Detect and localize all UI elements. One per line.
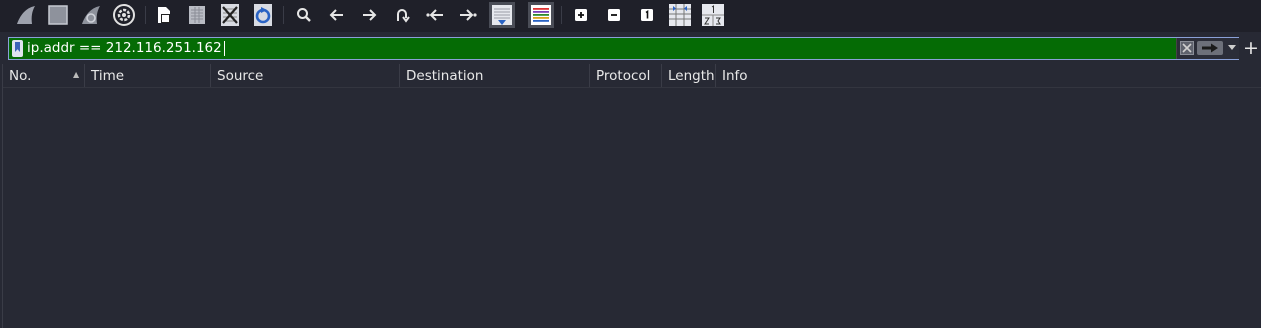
stop-capture-icon[interactable] xyxy=(45,2,71,28)
column-header-info[interactable]: Info xyxy=(716,64,1261,87)
recent-filters-dropdown-icon[interactable] xyxy=(1227,43,1237,53)
go-forward-icon[interactable] xyxy=(356,2,382,28)
go-to-packet-icon[interactable] xyxy=(389,2,415,28)
reload-file-icon[interactable] xyxy=(250,2,276,28)
display-filter-input[interactable]: ip.addr == 212.116.251.162 xyxy=(27,38,1175,59)
auto-scroll-icon[interactable] xyxy=(488,2,516,28)
column-label-no: No. xyxy=(9,68,32,84)
apply-filter-icon[interactable] xyxy=(1197,41,1223,55)
clear-filter-icon[interactable] xyxy=(1180,41,1194,55)
open-file-icon[interactable] xyxy=(152,2,178,28)
zoom-out-icon[interactable] xyxy=(601,2,627,28)
filter-controls xyxy=(1176,38,1239,59)
column-header-length[interactable]: Length xyxy=(662,64,716,87)
display-filter-bar: ip.addr == 212.116.251.162 xyxy=(8,37,1239,60)
bookmark-icon[interactable] xyxy=(12,40,23,57)
sort-ascending-icon: ▲ xyxy=(73,70,80,79)
packet-list[interactable]: No. ▲ Time Source Destination Protocol L… xyxy=(2,64,1261,328)
add-filter-button[interactable]: + xyxy=(1242,37,1260,59)
column-header-source[interactable]: Source xyxy=(211,64,400,87)
display-filter-text: ip.addr == 212.116.251.162 xyxy=(27,40,222,56)
resize-columns-icon[interactable] xyxy=(667,2,693,28)
main-toolbar xyxy=(0,0,1261,32)
start-capture-icon[interactable] xyxy=(13,2,39,28)
first-packet-icon[interactable] xyxy=(422,2,448,28)
go-back-icon[interactable] xyxy=(324,2,350,28)
save-file-icon[interactable] xyxy=(184,2,210,28)
column-header-no[interactable]: No. ▲ xyxy=(3,64,85,87)
restart-capture-icon[interactable] xyxy=(78,2,104,28)
column-header-destination[interactable]: Destination xyxy=(400,64,590,87)
layout-icon[interactable] xyxy=(700,2,726,28)
column-header-time[interactable]: Time xyxy=(85,64,211,87)
close-file-icon[interactable] xyxy=(217,2,243,28)
colorize-icon[interactable] xyxy=(527,2,555,28)
last-packet-icon[interactable] xyxy=(455,2,481,28)
capture-options-icon[interactable] xyxy=(111,2,137,28)
packet-list-header: No. ▲ Time Source Destination Protocol L… xyxy=(3,64,1261,88)
normal-size-icon[interactable] xyxy=(634,2,660,28)
zoom-in-icon[interactable] xyxy=(568,2,594,28)
find-packet-icon[interactable] xyxy=(291,2,317,28)
column-header-protocol[interactable]: Protocol xyxy=(590,64,662,87)
